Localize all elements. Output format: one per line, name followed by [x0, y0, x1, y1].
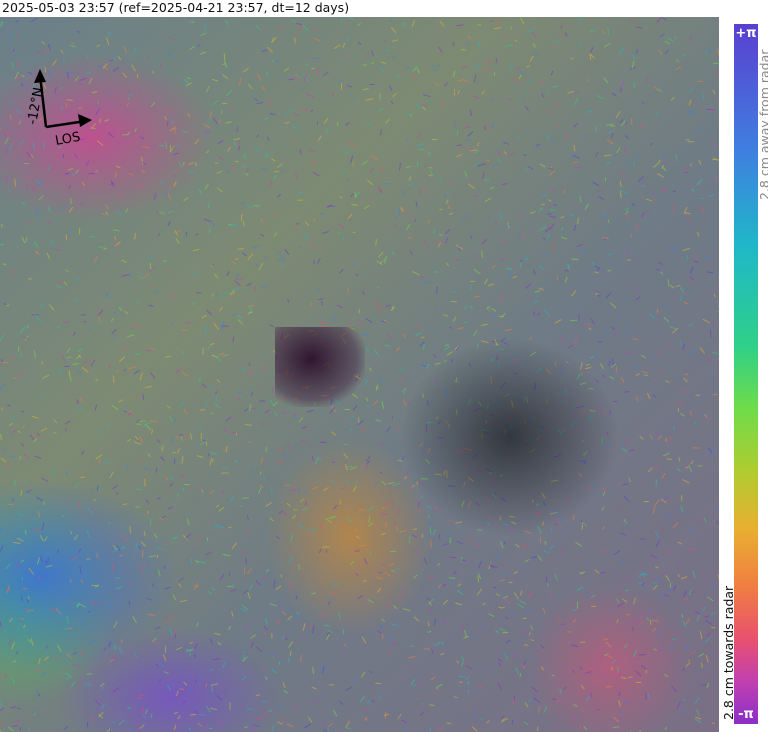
colorbar-bottom-label: -π: [738, 707, 754, 722]
coherence-loss-zone: [400, 337, 620, 537]
volcanic-crater: [275, 327, 365, 407]
interferogram-image: -12°N LOS: [0, 17, 719, 732]
colorbar-strip: [734, 24, 758, 724]
north-label: -12°N: [25, 86, 46, 126]
north-arrow-icon: -12°N LOS: [14, 65, 104, 165]
colorbar-away-label: 2.8 cm away from radar: [757, 49, 768, 200]
colorbar-top-label: +π: [735, 26, 757, 41]
colorbar-towards-label: 2.8 cm towards radar: [721, 585, 736, 720]
los-label: LOS: [54, 130, 81, 149]
image-title: 2025-05-03 23:57 (ref=2025-04-21 23:57, …: [0, 0, 722, 17]
